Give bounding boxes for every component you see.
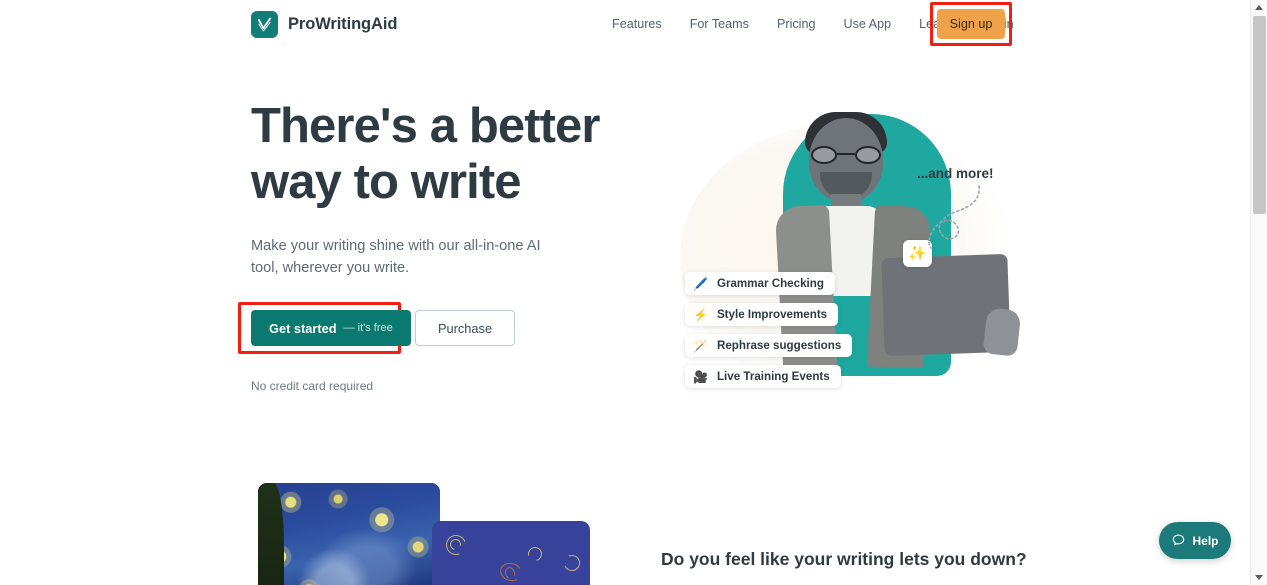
- feature-pill-label: Style Improvements: [716, 308, 828, 321]
- prowritingaid-logo-icon: [251, 11, 278, 38]
- page-viewport: ProWritingAid Features For Teams Pricing…: [0, 0, 1250, 585]
- page-title: There's a better way to write: [251, 99, 611, 211]
- hero-illustration: ✨ ...and more! 🖊️ Grammar Checking ⚡ Sty…: [655, 104, 1035, 404]
- get-started-label: Get started: [269, 320, 337, 336]
- brand-logo-link[interactable]: ProWritingAid: [251, 11, 397, 38]
- hero-cta-row: Get started — it's free Purchase: [238, 302, 611, 355]
- no-credit-card-note: No credit card required: [251, 379, 374, 394]
- nav-item-for-teams[interactable]: For Teams: [676, 12, 763, 37]
- scroll-down-arrow-icon[interactable]: [1251, 570, 1267, 585]
- nav-item-use-app[interactable]: Use App: [829, 12, 905, 37]
- starry-night-canvas: [258, 483, 440, 585]
- vertical-scrollbar[interactable]: [1250, 0, 1267, 585]
- brand-name: ProWritingAid: [288, 15, 398, 33]
- swirl-shape: [525, 544, 545, 564]
- get-started-free-label: — it's free: [343, 322, 393, 335]
- site-header: ProWritingAid Features For Teams Pricing…: [0, 0, 1250, 49]
- signup-button-group: Sign up: [930, 2, 1012, 46]
- sign-up-button[interactable]: Sign up: [937, 9, 1005, 39]
- lower-section: Do you feel like your writing lets you d…: [0, 469, 1250, 585]
- hero-subtitle: Make your writing shine with our all-in-…: [251, 237, 541, 277]
- lightning-icon: ⚡: [693, 307, 708, 322]
- swirl-shape: [561, 552, 583, 574]
- feature-pill-rephrase-suggestions[interactable]: 🪄 Rephrase suggestions: [685, 334, 853, 357]
- feature-pill-list: 🖊️ Grammar Checking ⚡ Style Improvements…: [685, 272, 935, 388]
- scrollbar-thumb[interactable]: [1253, 16, 1266, 214]
- feature-pill-style-improvements[interactable]: ⚡ Style Improvements: [685, 303, 839, 326]
- nav-item-pricing[interactable]: Pricing: [763, 12, 830, 37]
- chat-bubble-icon: [1173, 534, 1185, 546]
- hero-title-line-1: There's a better: [251, 99, 600, 153]
- hero-section: There's a better way to write Make your …: [0, 49, 1250, 469]
- help-widget-label: Help: [1192, 533, 1219, 548]
- feature-pill-label: Rephrase suggestions: [716, 339, 842, 352]
- scroll-up-arrow-icon[interactable]: [1251, 0, 1267, 15]
- hero-title-line-2: way to write: [251, 154, 522, 209]
- hero-copy: There's a better way to write Make your …: [238, 99, 611, 394]
- purchase-button[interactable]: Purchase: [415, 310, 516, 347]
- blue-swirl-card: [432, 521, 590, 585]
- nav-item-features[interactable]: Features: [598, 12, 676, 37]
- help-widget-button[interactable]: Help: [1159, 522, 1231, 559]
- get-started-button[interactable]: Get started — it's free: [251, 310, 411, 347]
- starry-night-painting: [258, 483, 440, 585]
- browser-page: ProWritingAid Features For Teams Pricing…: [0, 0, 1267, 585]
- person-hand: [982, 307, 1022, 357]
- lower-section-heading: Do you feel like your writing lets you d…: [661, 549, 1027, 569]
- feature-pill-label: Live Training Events: [716, 370, 830, 383]
- pen-icon: 🖊️: [693, 276, 708, 291]
- video-camera-icon: 🎥: [693, 369, 708, 384]
- eyeglasses-icon: [811, 146, 881, 164]
- and-more-label: ...and more!: [917, 166, 994, 181]
- feature-pill-grammar-checking[interactable]: 🖊️ Grammar Checking: [685, 272, 835, 295]
- dotted-curly-arrow-icon: [928, 185, 980, 249]
- feature-pill-live-training-events[interactable]: 🎥 Live Training Events: [685, 365, 841, 388]
- feature-pill-label: Grammar Checking: [716, 277, 824, 290]
- magic-wand-icon: 🪄: [693, 338, 708, 353]
